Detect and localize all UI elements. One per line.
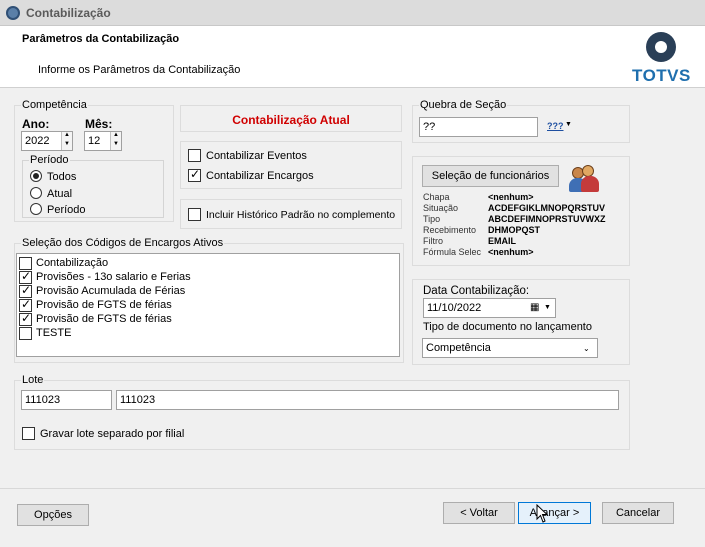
window-title: Contabilização — [26, 6, 111, 20]
stepper-arrows-icon[interactable] — [110, 132, 121, 150]
page-title: Parâmetros da Contabilização — [22, 33, 180, 45]
encargos-list[interactable]: Contabilização Provisões - 13o salario e… — [16, 253, 400, 357]
gravar-lote-label: Gravar lote separado por filial — [40, 428, 185, 440]
mes-value: 12 — [88, 135, 101, 147]
gravar-lote-checkbox[interactable] — [22, 427, 35, 440]
info-label: Situação — [423, 203, 459, 213]
periodo-label: Período — [29, 154, 70, 166]
totvs-logo-text: TOTVS — [632, 66, 691, 85]
lote-input-2[interactable]: 111023 — [116, 390, 619, 410]
totvs-logo-icon — [646, 32, 676, 62]
people-icon — [568, 163, 602, 195]
periodo-periodo-radio[interactable] — [30, 203, 42, 215]
lote-input-1[interactable]: 111023 — [21, 390, 112, 410]
ano-value: 2022 — [25, 135, 50, 147]
stepper-arrows-icon[interactable] — [61, 132, 72, 150]
data-contab-picker[interactable]: 11/10/2022 ▦ ▼ — [423, 298, 556, 318]
info-value: EMAIL — [488, 236, 516, 246]
opcoes-button[interactable]: Opções — [17, 504, 89, 526]
tipo-documento-label: Tipo de documento no lançamento — [423, 321, 592, 333]
periodo-atual-label: Atual — [47, 188, 73, 200]
contabilizar-encargos-checkbox[interactable] — [188, 167, 201, 182]
lote-value-2: 111023 — [120, 394, 156, 406]
info-value: <nenhum> — [488, 192, 534, 202]
periodo-atual-radio[interactable] — [30, 187, 42, 199]
quebra-input[interactable]: ?? — [419, 117, 538, 137]
quebra-value: ?? — [423, 121, 436, 133]
encargo-checkbox[interactable] — [19, 311, 32, 326]
selecao-funcionarios-button[interactable]: Seleção de funcionários — [422, 165, 559, 187]
historico-label: Incluir Histórico Padrão no complemento — [206, 209, 396, 221]
mes-stepper[interactable]: 12 — [84, 131, 122, 151]
app-icon — [6, 6, 20, 20]
info-value: ABCDEFIMNOPRSTUVWXZ — [488, 214, 606, 224]
contabilizar-eventos-label: Contabilizar Eventos — [206, 150, 307, 162]
info-label: Recebimento — [423, 225, 477, 235]
footer-divider — [0, 488, 705, 489]
periodo-periodo-label: Período — [47, 204, 86, 216]
lote-value-1: 111023 — [25, 394, 61, 406]
periodo-group — [22, 160, 164, 218]
tipo-documento-select[interactable]: Competência ⌄ — [422, 338, 598, 358]
dialog-window: Contabilização Parâmetros da Contabiliza… — [0, 0, 705, 547]
encargo-label: Provisões - 13o salario e Ferias — [36, 271, 191, 283]
info-label: Chapa — [423, 192, 450, 202]
calendar-icon[interactable]: ▦ — [530, 302, 539, 313]
info-row: Tipo ABCDEFIMNOPRSTUVWXZ — [423, 214, 631, 225]
periodo-todos-radio[interactable] — [30, 170, 42, 182]
encargo-label: TESTE — [36, 327, 72, 339]
info-value: DHMOPQST — [488, 225, 541, 235]
info-row: Filtro EMAIL — [423, 236, 631, 247]
periodo-todos-label: Todos — [47, 171, 77, 183]
avancar-button[interactable]: Avançar > — [518, 502, 591, 524]
encargo-label: Provisão de FGTS de férias — [36, 299, 172, 311]
wizard-header: Parâmetros da Contabilização Informe os … — [0, 26, 705, 88]
ano-stepper[interactable]: 2022 — [21, 131, 73, 151]
contabilizacao-atual-label: Contabilização Atual — [232, 113, 350, 127]
chevron-down-icon[interactable]: ▼ — [544, 304, 551, 311]
voltar-button[interactable]: < Voltar — [443, 502, 515, 524]
tipo-documento-value: Competência — [426, 342, 491, 354]
contabilizar-eventos-checkbox[interactable] — [188, 149, 201, 162]
lookup-icon[interactable]: ??? — [547, 121, 564, 131]
data-contab-value: 11/10/2022 — [427, 302, 482, 314]
encargo-label: Provisão Acumulada de Férias — [36, 285, 186, 297]
ano-label: Ano: — [22, 117, 50, 131]
title-bar: Contabilização — [0, 0, 705, 26]
encargo-label: Contabilização — [36, 257, 109, 269]
lote-label: Lote — [21, 374, 45, 386]
info-row: Situação ACDEFGIKLMNOPQRSTUV — [423, 203, 631, 214]
cancelar-button[interactable]: Cancelar — [602, 502, 674, 524]
info-label: Filtro — [423, 236, 443, 246]
competencia-label: Competência — [21, 99, 88, 111]
chevron-down-icon[interactable]: ⌄ — [583, 344, 590, 353]
info-value: ACDEFGIKLMNOPQRSTUV — [488, 203, 605, 213]
data-contab-label: Data Contabilização: — [423, 285, 530, 297]
info-label: Tipo — [423, 214, 441, 224]
page-subtitle: Informe os Parâmetros da Contabilização — [38, 64, 241, 76]
chevron-down-icon[interactable]: ▼ — [565, 121, 572, 128]
mes-label: Mês: — [85, 117, 113, 131]
historico-checkbox[interactable] — [188, 208, 201, 221]
encargo-checkbox[interactable] — [19, 327, 32, 340]
info-row: Fórmula Selec <nenhum> — [423, 247, 631, 258]
quebra-label: Quebra de Seção — [419, 99, 508, 111]
contabilizar-encargos-label: Contabilizar Encargos — [206, 170, 314, 182]
encargo-label: Provisão de FGTS de férias — [36, 313, 172, 325]
info-label: Fórmula Selec — [423, 247, 482, 257]
mouse-cursor-icon — [536, 503, 549, 527]
info-row: Chapa <nenhum> — [423, 192, 631, 203]
info-value: <nenhum> — [488, 247, 534, 257]
funcionarios-info: Chapa <nenhum> Situação ACDEFGIKLMNOPQRSTU… — [423, 192, 631, 258]
info-row: Recebimento DHMOPQST — [423, 225, 631, 236]
encargos-label: Seleção dos Códigos de Encargos Ativos — [21, 237, 225, 249]
